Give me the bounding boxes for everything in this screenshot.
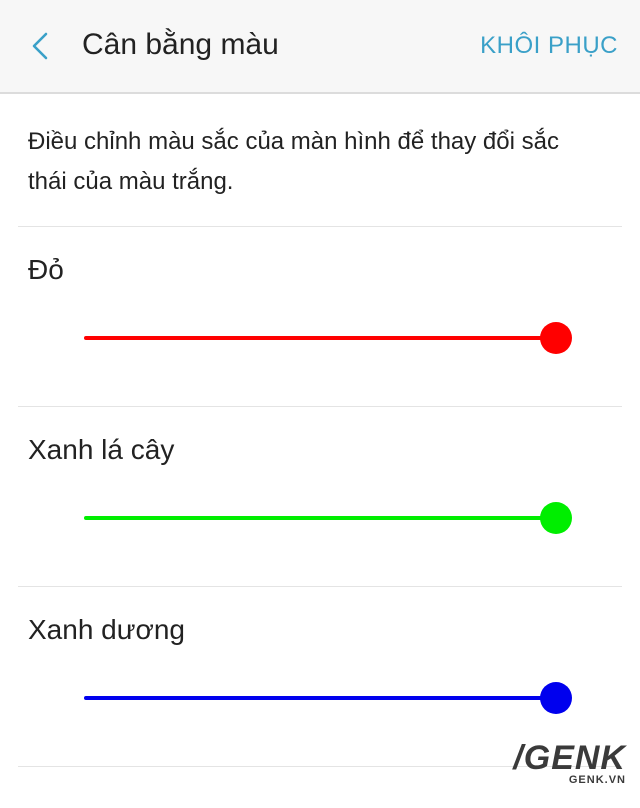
slider-section-green: Xanh lá cây [0, 406, 640, 586]
green-slider-thumb[interactable] [540, 502, 572, 534]
green-slider[interactable] [84, 502, 572, 534]
blue-slider-thumb[interactable] [540, 682, 572, 714]
watermark-logo: /GENK [513, 739, 626, 777]
genk-watermark: /GENK GENK.VN [513, 739, 626, 786]
slider-section-red: Đỏ [0, 226, 640, 406]
slider-label-red: Đỏ [28, 254, 64, 285]
app-header: Cân bằng màu KHÔI PHỤC [0, 0, 640, 94]
red-slider-thumb[interactable] [540, 322, 572, 354]
back-button[interactable] [18, 22, 62, 70]
red-slider[interactable] [84, 322, 572, 354]
blue-slider[interactable] [84, 682, 572, 714]
slider-label-blue: Xanh dương [28, 614, 185, 645]
blue-slider-track[interactable] [84, 696, 556, 700]
chevron-left-icon [32, 32, 48, 60]
slider-label-green: Xanh lá cây [28, 434, 175, 465]
red-slider-track[interactable] [84, 336, 556, 340]
page-title: Cân bằng màu [82, 28, 279, 61]
description-text: Điều chỉnh màu sắc của màn hình để thay … [28, 128, 559, 195]
reset-button[interactable]: KHÔI PHỤC [480, 32, 618, 60]
green-slider-track[interactable] [84, 516, 556, 520]
